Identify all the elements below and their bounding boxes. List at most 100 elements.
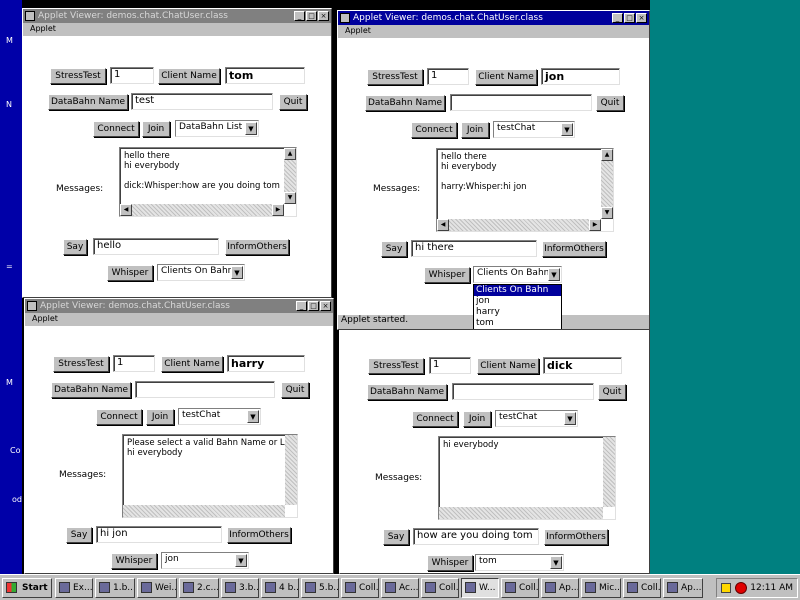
desktop-icon-label[interactable]: N <box>6 100 12 109</box>
databahn-choice[interactable]: testChat ▼ <box>178 408 261 425</box>
databahn-name-button[interactable]: DataBahn Name <box>51 382 131 398</box>
whisper-choice[interactable]: jon ▼ <box>161 552 249 569</box>
say-button[interactable]: Say <box>383 529 409 545</box>
taskbar-item[interactable]: Coll... <box>501 578 539 598</box>
taskbar-item[interactable]: Ex... <box>55 578 93 598</box>
scroll-down-icon[interactable]: ▼ <box>284 192 296 204</box>
connect-button[interactable]: Connect <box>412 411 458 427</box>
databahn-name-field[interactable]: test <box>131 93 273 110</box>
databahn-name-button[interactable]: DataBahn Name <box>367 384 447 400</box>
dropdown-option[interactable]: tom <box>474 318 561 329</box>
whisper-button[interactable]: Whisper <box>424 267 470 283</box>
databahn-choice[interactable]: testChat ▼ <box>493 121 575 138</box>
horizontal-scrollbar[interactable]: ◀ ▶ <box>120 204 284 216</box>
messages-area[interactable]: Please select a valid Bahn Name or L hi … <box>122 434 298 518</box>
connect-button[interactable]: Connect <box>93 121 139 137</box>
taskbar-item[interactable]: 1.b... <box>95 578 135 598</box>
client-name-field[interactable]: harry <box>227 355 305 372</box>
horizontal-scrollbar[interactable]: ◀ ▶ <box>437 219 601 231</box>
taskbar-item-active[interactable]: W... <box>461 578 499 598</box>
chevron-down-icon[interactable]: ▼ <box>245 122 257 135</box>
taskbar-item[interactable]: Coll... <box>421 578 459 598</box>
taskbar-item[interactable]: Coll... <box>341 578 379 598</box>
speaker-icon[interactable] <box>721 583 731 593</box>
chevron-down-icon[interactable]: ▼ <box>550 556 562 569</box>
window-title-bar[interactable]: Applet Viewer: demos.chat.ChatUser.class… <box>25 299 333 313</box>
maximize-icon[interactable]: □ <box>308 301 319 311</box>
minimize-icon[interactable]: _ <box>612 13 623 23</box>
messages-area[interactable]: hello there hi everybody harry:Whisper:h… <box>436 148 614 232</box>
stress-count-field[interactable]: 1 <box>113 355 155 372</box>
client-name-button[interactable]: Client Name <box>475 69 537 85</box>
client-name-field[interactable]: tom <box>225 67 305 84</box>
taskbar-item[interactable]: Mic... <box>581 578 621 598</box>
menu-applet[interactable]: Applet <box>25 313 333 325</box>
say-field[interactable]: how are you doing tom <box>413 528 539 545</box>
maximize-icon[interactable]: □ <box>306 11 317 21</box>
stress-test-button[interactable]: StressTest <box>367 69 423 85</box>
scroll-right-icon[interactable]: ▶ <box>272 204 284 216</box>
close-icon[interactable]: × <box>320 301 331 311</box>
chevron-down-icon[interactable]: ▼ <box>564 412 576 425</box>
scroll-up-icon[interactable]: ▲ <box>284 148 296 160</box>
taskbar-item[interactable]: Ap... <box>541 578 579 598</box>
stress-test-button[interactable]: StressTest <box>53 356 109 372</box>
databahn-choice[interactable]: testChat ▼ <box>495 410 578 427</box>
menu-applet[interactable]: Applet <box>23 23 331 35</box>
taskbar-item[interactable]: Ap... <box>663 578 703 598</box>
stress-count-field[interactable]: 1 <box>429 357 471 374</box>
minimize-icon[interactable]: _ <box>296 301 307 311</box>
dropdown-option[interactable]: jon <box>474 296 561 307</box>
desktop-icon-label[interactable]: M <box>6 36 13 45</box>
databahn-name-field[interactable] <box>450 94 592 111</box>
databahn-name-field[interactable] <box>452 383 594 400</box>
chevron-down-icon[interactable]: ▼ <box>235 554 247 567</box>
inform-others-button[interactable]: InformOthers <box>542 241 606 257</box>
desktop-icon-label[interactable]: Co <box>10 446 20 455</box>
taskbar-item[interactable]: Ac... <box>381 578 419 598</box>
vertical-scrollbar[interactable]: ▲ ▼ <box>284 148 296 204</box>
client-name-button[interactable]: Client Name <box>477 358 539 374</box>
say-button[interactable]: Say <box>63 239 87 255</box>
client-name-field[interactable]: jon <box>541 68 620 85</box>
client-name-field[interactable]: dick <box>543 357 622 374</box>
inform-others-button[interactable]: InformOthers <box>544 529 608 545</box>
say-field[interactable]: hello <box>93 238 219 255</box>
taskbar-item[interactable]: 3.b... <box>221 578 259 598</box>
whisper-dropdown-list[interactable]: Clients On Bahn jon harry tom dick <box>473 284 562 329</box>
chevron-down-icon[interactable]: ▼ <box>247 410 259 423</box>
scroll-up-icon[interactable]: ▲ <box>601 149 613 161</box>
chevron-down-icon[interactable]: ▼ <box>231 266 243 279</box>
databahn-choice[interactable]: DataBahn List ▼ <box>175 120 259 137</box>
databahn-name-field[interactable] <box>135 381 275 398</box>
whisper-choice[interactable]: Clients On Bahn ▼ <box>473 266 562 283</box>
window-title-bar[interactable]: Applet Viewer: demos.chat.ChatUser.class… <box>338 11 649 25</box>
taskbar-item[interactable]: 2.c... <box>179 578 219 598</box>
databahn-name-button[interactable]: DataBahn Name <box>365 95 445 111</box>
chevron-down-icon[interactable]: ▼ <box>548 268 560 281</box>
dropdown-option[interactable]: Clients On Bahn <box>474 285 561 296</box>
clock[interactable]: 12:11 AM <box>750 579 793 597</box>
messages-area[interactable]: hi everybody <box>438 436 616 520</box>
scroll-right-icon[interactable]: ▶ <box>589 219 601 231</box>
vertical-scrollbar[interactable]: ▲ ▼ <box>601 149 613 219</box>
quit-button[interactable]: Quit <box>281 382 309 398</box>
connect-button[interactable]: Connect <box>96 409 142 425</box>
client-name-button[interactable]: Client Name <box>158 68 220 84</box>
menu-applet[interactable]: Applet <box>338 25 649 37</box>
stress-test-button[interactable]: StressTest <box>50 68 106 84</box>
taskbar-item[interactable]: 4 b... <box>261 578 299 598</box>
whisper-button[interactable]: Whisper <box>111 553 157 569</box>
say-button[interactable]: Say <box>381 241 407 257</box>
whisper-choice[interactable]: tom ▼ <box>475 554 564 571</box>
chevron-down-icon[interactable]: ▼ <box>561 123 573 136</box>
messages-area[interactable]: hello there hi everybody dick:Whisper:ho… <box>119 147 297 217</box>
stop-icon[interactable] <box>735 582 747 594</box>
desktop-icon-label[interactable]: od <box>12 495 22 504</box>
join-button[interactable]: Join <box>142 121 170 137</box>
join-button[interactable]: Join <box>463 411 491 427</box>
stress-count-field[interactable]: 1 <box>110 67 154 84</box>
whisper-button[interactable]: Whisper <box>107 265 153 281</box>
desktop-icon-label[interactable]: M <box>6 378 13 387</box>
whisper-choice[interactable]: Clients On Bahn ▼ <box>157 264 245 281</box>
